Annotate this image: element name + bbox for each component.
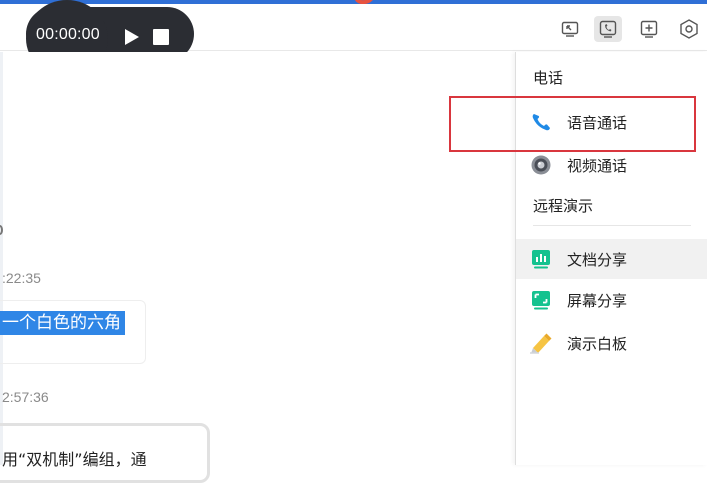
stop-icon[interactable] bbox=[153, 29, 169, 45]
highlight-annotation bbox=[449, 96, 696, 152]
screen-share-icon bbox=[529, 289, 553, 311]
play-icon[interactable] bbox=[124, 28, 140, 46]
document-share-label: 文档分享 bbox=[567, 251, 628, 269]
camera-lens-icon bbox=[529, 154, 553, 176]
selected-text[interactable]: 一个白色的六角 bbox=[0, 311, 125, 335]
add-button[interactable] bbox=[635, 16, 663, 42]
whiteboard-pencil-icon bbox=[529, 332, 553, 354]
screen-share-item[interactable]: 屏幕分享 bbox=[516, 282, 707, 318]
hexagon-settings-icon bbox=[680, 19, 698, 39]
settings-button[interactable] bbox=[675, 16, 703, 42]
section-divider bbox=[533, 225, 691, 226]
recording-time: 00:00:00 bbox=[36, 26, 100, 43]
message-timestamp: 2:57:36 bbox=[2, 389, 49, 405]
video-call-label: 视频通话 bbox=[567, 157, 628, 175]
screen-share-label: 屏幕分享 bbox=[567, 292, 628, 310]
video-call-item[interactable]: 视频通话 bbox=[516, 147, 707, 183]
message-text: 用“双机制”编组，通 bbox=[2, 450, 147, 469]
section-title-phone: 电话 bbox=[533, 69, 564, 87]
whiteboard-label: 演示白板 bbox=[567, 335, 628, 353]
exit-to-window-icon bbox=[561, 21, 579, 37]
whiteboard-item[interactable]: 演示白板 bbox=[516, 325, 707, 361]
message-timestamp: :22:35 bbox=[2, 270, 41, 286]
chat-message-area bbox=[0, 52, 515, 465]
exit-to-window-button[interactable] bbox=[556, 16, 584, 42]
add-icon bbox=[640, 20, 658, 38]
phone-button[interactable] bbox=[594, 16, 622, 42]
phone-icon bbox=[599, 20, 617, 38]
document-share-item[interactable]: 文档分享 bbox=[516, 239, 707, 279]
section-title-remote: 远程演示 bbox=[533, 197, 594, 215]
document-share-icon bbox=[529, 248, 553, 270]
